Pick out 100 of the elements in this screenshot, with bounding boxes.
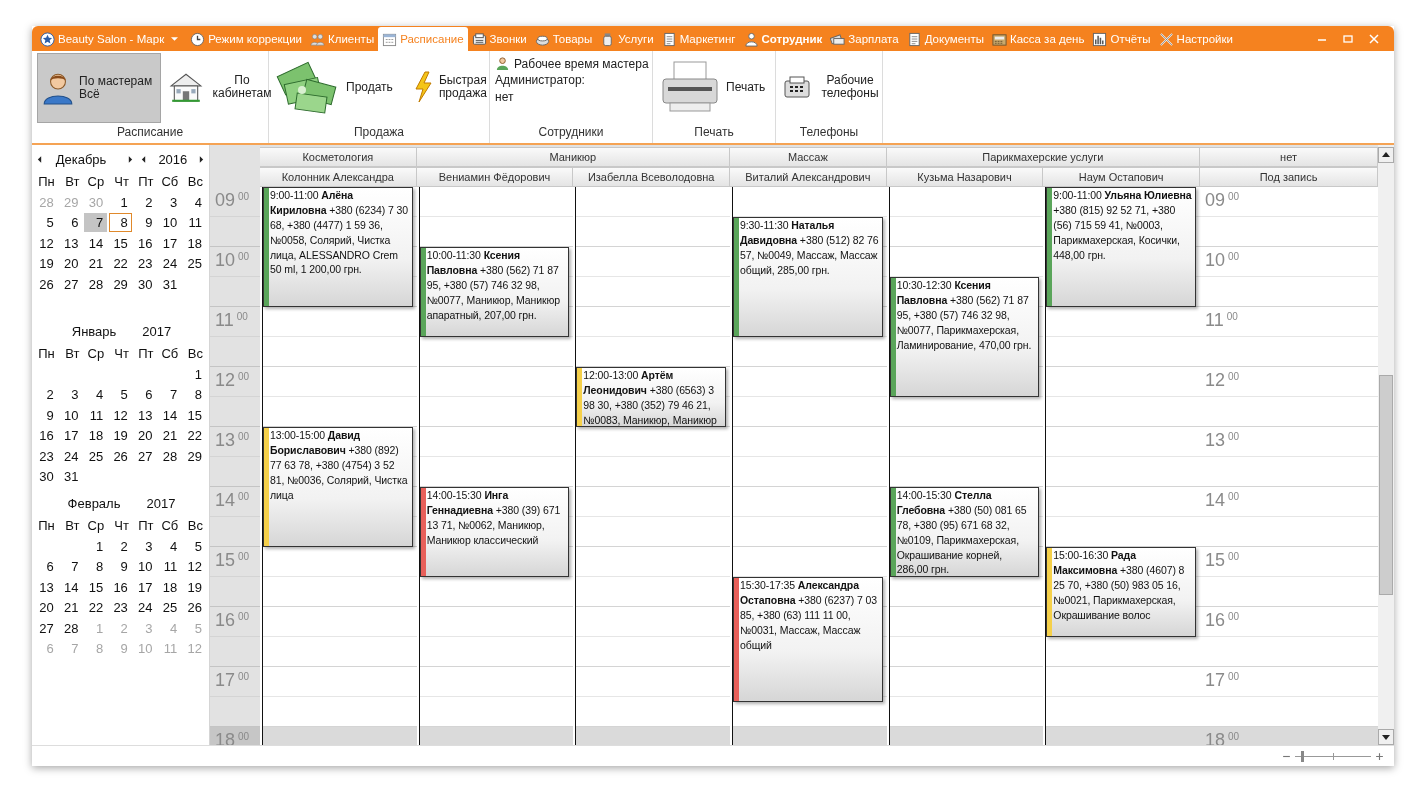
scroll-down-button[interactable] (1378, 729, 1394, 746)
calendar-day[interactable]: 9 (109, 557, 132, 577)
calendar-day[interactable]: 12 (35, 233, 58, 253)
calendar-day[interactable]: 25 (84, 446, 108, 466)
appointment-card[interactable]: 14:00-15:30 Инга Геннадиевна +380 (39) 671 13 71, №0062, Маникюр, Маникюр классический (419, 487, 570, 578)
calendar-day[interactable]: 17 (59, 426, 83, 446)
calendar-day[interactable]: 22 (109, 254, 132, 274)
calendar-day[interactable]: 9 (133, 213, 157, 233)
calendar-day[interactable]: 18 (183, 233, 206, 253)
print-button[interactable]: Печать (658, 57, 768, 118)
calendar-day[interactable]: 24 (59, 446, 83, 466)
calendar-day[interactable]: 23 (133, 254, 157, 274)
appointment-card[interactable]: 9:30-11:30 Наталья Давидовна +380 (512) 82 76 57, №0049, Массаж, Массаж общий, 285,00 грн. (733, 217, 883, 338)
calendar-day[interactable]: 27 (59, 274, 83, 294)
calendar-day[interactable]: 29 (183, 446, 206, 466)
calendar-day[interactable]: 23 (35, 446, 58, 466)
calendar-day[interactable]: 5 (109, 385, 132, 405)
calendar-day[interactable]: 24 (158, 254, 182, 274)
sell-button[interactable]: Продать (274, 57, 395, 118)
calendar-day[interactable]: 10 (59, 405, 83, 425)
calendar-day[interactable]: 27 (35, 618, 58, 638)
calendar-day[interactable]: 18 (84, 426, 108, 446)
calendar-day[interactable]: 12 (183, 557, 206, 577)
calendar-day[interactable]: 1 (84, 536, 108, 556)
calendar-day[interactable]: 31 (59, 467, 83, 487)
calendar-day[interactable]: 21 (84, 254, 108, 274)
calendar-day[interactable]: 7 (84, 213, 108, 233)
appointment-card[interactable]: 9:00-11:00 Ульяна Юлиевна +380 (815) 92 52 71, +380 (56) 715 59 41, №0003, Парикмахерская, Косички, 448,00 грн. (1046, 187, 1196, 308)
calendar-day[interactable]: 4 (84, 385, 108, 405)
calendar-day[interactable]: 26 (109, 446, 132, 466)
calendar-day[interactable]: 3 (158, 192, 182, 212)
calendar-day[interactable]: 19 (183, 577, 206, 597)
calendar-day[interactable]: 5 (183, 536, 206, 556)
close-icon[interactable] (1368, 33, 1380, 46)
calendar-day[interactable]: 2 (109, 536, 132, 556)
calendar-day[interactable]: 28 (84, 274, 108, 294)
calendar-day[interactable]: 30 (133, 274, 157, 294)
maximize-icon[interactable] (1342, 33, 1354, 46)
calendar-day[interactable]: 10 (158, 213, 182, 233)
appointment-card[interactable]: 10:00-11:30 Ксения Павловна +380 (562) 71 87 95, +380 (57) 746 32 98, №0077, Маникюр, Маникюр апаратный, 207,00 грн. (419, 247, 570, 338)
calendar-day[interactable]: 13 (35, 577, 58, 597)
calendar-day[interactable]: 6 (59, 213, 83, 233)
calendar-day[interactable]: 7 (59, 557, 83, 577)
appointment-card[interactable]: 15:00-16:30 Рада Максимовна +380 (4607) 8 25 70, +380 (50) 983 05 16, №0021, Парикмахерская, Окрашивание волос (1046, 547, 1196, 638)
calendar-day[interactable]: 9 (35, 405, 58, 425)
calendar-day[interactable]: 11 (183, 213, 206, 233)
calendar-day[interactable]: 15 (84, 577, 108, 597)
by-masters-button[interactable]: По мастерам Всё (37, 53, 161, 124)
calendar-day[interactable]: 22 (84, 598, 108, 618)
calendar-day[interactable]: 4 (183, 192, 206, 212)
calendar-day[interactable]: 14 (59, 577, 83, 597)
calendar-day[interactable]: 25 (183, 254, 206, 274)
calendar-day[interactable]: 18 (158, 577, 182, 597)
calendar-day[interactable]: 3 (59, 385, 83, 405)
calendar-day[interactable]: 21 (59, 598, 83, 618)
appointment-card[interactable]: 10:30-12:30 Ксения Павловна +380 (562) 71 87 95, +380 (57) 746 32 98, №0077, Парикмахерская, Ламинирование, 470,00 грн. (889, 277, 1040, 398)
calendar-day[interactable]: 2 (133, 192, 157, 212)
calendar-day[interactable]: 28 (158, 446, 182, 466)
calendar-day[interactable]: 26 (35, 274, 58, 294)
calendar-day[interactable]: 15 (109, 233, 132, 253)
calendar-day[interactable]: 20 (35, 598, 58, 618)
calendar-day[interactable]: 4 (158, 536, 182, 556)
calendar-day[interactable]: 16 (35, 426, 58, 446)
calendar-day[interactable]: 20 (59, 254, 83, 274)
calendar-day[interactable]: 15 (183, 405, 206, 425)
calendar-day[interactable]: 6 (133, 385, 157, 405)
previous-month-button[interactable] (36, 155, 42, 163)
calendar-day[interactable]: 16 (133, 233, 157, 253)
calendar-day[interactable]: 19 (35, 254, 58, 274)
calendar-day[interactable]: 24 (133, 598, 157, 618)
calendar-day[interactable]: 25 (158, 598, 182, 618)
work-phones-button[interactable]: Рабочие телефоны (781, 72, 885, 103)
calendar-day[interactable]: 2 (35, 385, 58, 405)
calendar-day[interactable]: 10 (133, 557, 157, 577)
calendar-day[interactable]: 31 (158, 274, 182, 294)
calendar-day[interactable]: 19 (109, 426, 132, 446)
previous-year-button[interactable] (141, 155, 147, 163)
appointment-card[interactable]: 15:30-17:35 Александра Остаповна +380 (6237) 7 03 85, +380 (63) 111 11 00, №0031, Массаж, Массаж общий (733, 577, 883, 703)
appointment-card[interactable]: 9:00-11:00 Алёна Кириловна +380 (6234) 7 30 68, +380 (4477) 1 59 36, №0058, Солярий, Чистка лица, ALESSANDRO Crem 50 ml, 1 200,00 грн. (263, 187, 413, 308)
next-month-button[interactable] (128, 155, 134, 163)
calendar-day[interactable]: 27 (133, 446, 157, 466)
calendar-day[interactable]: 14 (84, 233, 108, 253)
calendar-day[interactable]: 12 (109, 405, 132, 425)
calendar-day[interactable]: 7 (158, 385, 182, 405)
calendar-day[interactable]: 8 (109, 213, 132, 233)
zoom-in-icon[interactable] (1375, 751, 1384, 761)
scrollbar-thumb[interactable] (1379, 375, 1393, 596)
calendar-day[interactable]: 14 (158, 405, 182, 425)
appointment-card[interactable]: 13:00-15:00 Давид Бориславович +380 (892) 77 63 78, +380 (4754) 3 52 81, №0036, Солярий, Чистка лица (263, 427, 413, 548)
zoom-slider-thumb[interactable] (1301, 750, 1305, 762)
calendar-day[interactable]: 21 (158, 426, 182, 446)
calendar-day[interactable]: 30 (35, 467, 58, 487)
calendar-day[interactable]: 11 (84, 405, 108, 425)
calendar-day[interactable]: 28 (59, 618, 83, 638)
calendar-day[interactable]: 20 (133, 426, 157, 446)
calendar-day[interactable]: 16 (109, 577, 132, 597)
calendar-day[interactable]: 11 (158, 557, 182, 577)
calendar-day[interactable]: 8 (84, 557, 108, 577)
calendar-day[interactable]: 6 (35, 557, 58, 577)
calendar-day[interactable]: 3 (133, 536, 157, 556)
